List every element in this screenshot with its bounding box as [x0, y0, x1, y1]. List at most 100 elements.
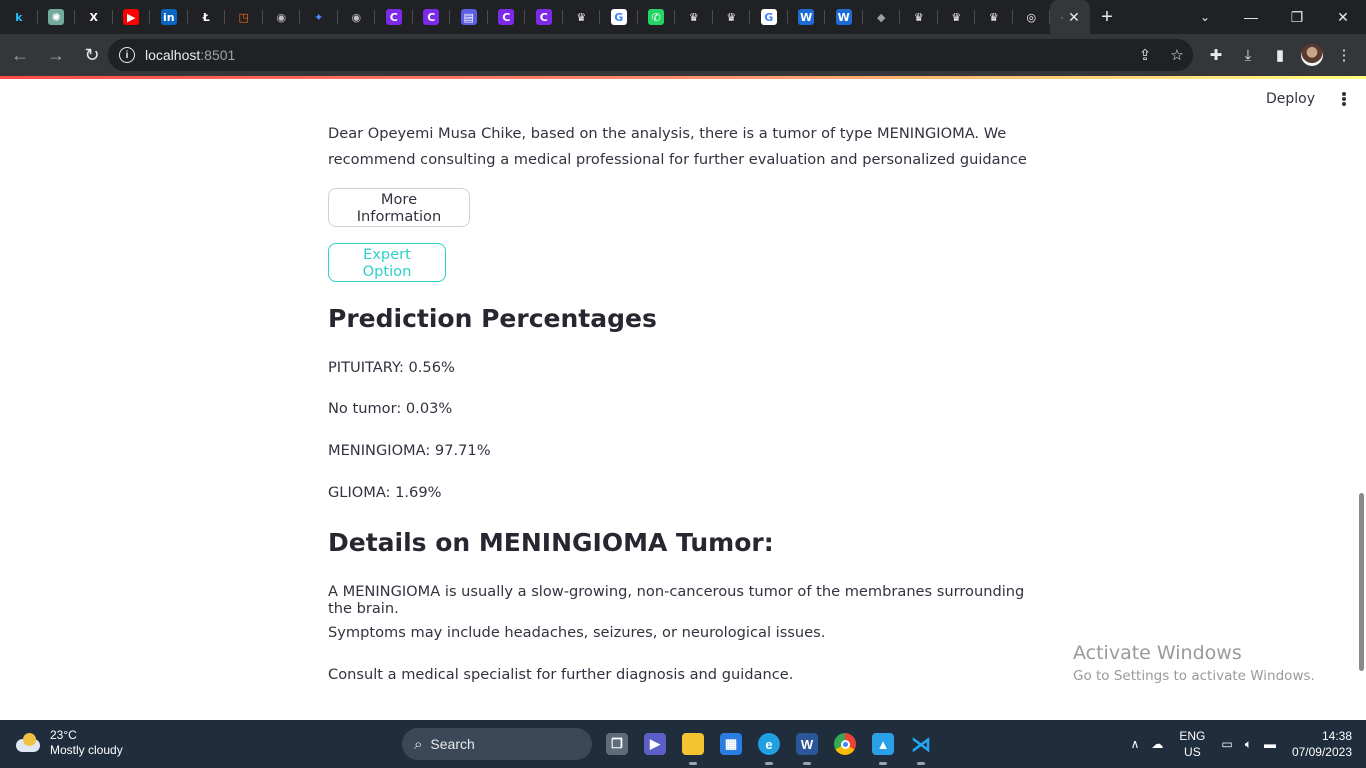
- url-text[interactable]: localhost:8501: [145, 47, 235, 63]
- browser-toolbar: ← → ↻ i localhost:8501 ⇪ ☆ ✚ ⤓ ▮ ⋮: [0, 34, 1366, 76]
- search-icon: ⌕: [414, 735, 423, 753]
- start-button[interactable]: [358, 726, 396, 762]
- browser-tab[interactable]: ♛: [900, 0, 938, 34]
- chrome-menu-icon[interactable]: ⋮: [1328, 39, 1360, 71]
- windows-taskbar: 23°C Mostly cloudy ⌕ Search ❐ ▶ ▦ e W ▲ …: [0, 720, 1366, 768]
- deploy-button[interactable]: Deploy: [1266, 91, 1315, 107]
- back-icon[interactable]: ←: [4, 39, 36, 71]
- app-window-icon: ▤: [460, 9, 477, 25]
- browser-tab[interactable]: G: [600, 0, 638, 34]
- browser-tab[interactable]: ◎: [1013, 0, 1051, 34]
- browser-tab[interactable]: C: [375, 0, 413, 34]
- kaggle-icon: k: [15, 10, 23, 24]
- more-information-button[interactable]: More Information: [328, 188, 470, 227]
- browser-tab[interactable]: ◉: [263, 0, 301, 34]
- profile-avatar[interactable]: [1296, 39, 1328, 71]
- watermark-subtitle: Go to Settings to activate Windows.: [1073, 668, 1315, 684]
- google-icon: G: [610, 9, 627, 25]
- details-advice: Consult a medical specialist for further…: [328, 666, 794, 683]
- webflow-icon: W: [798, 9, 815, 25]
- crown-icon: ♛: [951, 10, 962, 24]
- browser-tab[interactable]: W: [788, 0, 826, 34]
- browser-tab[interactable]: G: [750, 0, 788, 34]
- browser-tab[interactable]: k: [0, 0, 38, 34]
- clock[interactable]: 14:38 07/09/2023: [1282, 728, 1366, 760]
- weather-widget[interactable]: 23°C Mostly cloudy: [14, 728, 123, 758]
- browser-tab[interactable]: ◉: [338, 0, 376, 34]
- avatar: [1301, 44, 1323, 66]
- word-icon[interactable]: W: [788, 726, 826, 765]
- system-tray: ∧ ☁ ENG US ▭ 🔈︎ ▬ 14:38 07/09/2023: [1125, 720, 1366, 768]
- page-scrollbar[interactable]: [1359, 493, 1364, 671]
- google-icon: G: [760, 9, 777, 25]
- tab-search-icon[interactable]: ⌄: [1192, 0, 1218, 34]
- browser-tab[interactable]: ◆: [863, 0, 901, 34]
- network-icon[interactable]: ▭: [1215, 737, 1238, 751]
- globe-icon: ◉: [276, 10, 287, 24]
- browser-tab[interactable]: C: [413, 0, 451, 34]
- share-icon[interactable]: ⇪: [1129, 46, 1161, 64]
- prediction-glioma: GLIOMA: 1.69%: [328, 484, 442, 501]
- close-tab-icon[interactable]: ✕: [1068, 9, 1080, 26]
- chrome-icon: ◎: [1026, 10, 1037, 24]
- bookmark-star-icon[interactable]: ☆: [1161, 46, 1193, 64]
- minimize-icon[interactable]: —: [1228, 0, 1274, 34]
- microsoft-store-icon[interactable]: ▦: [712, 726, 750, 762]
- windows-logo-icon: [366, 733, 388, 755]
- battery-icon[interactable]: ▬: [1258, 737, 1282, 751]
- browser-tab[interactable]: Ł: [188, 0, 226, 34]
- weather-temperature: 23°C: [50, 728, 77, 742]
- restore-icon[interactable]: ❐: [1274, 0, 1320, 34]
- browser-tab[interactable]: C: [525, 0, 563, 34]
- browser-tab[interactable]: ◳: [225, 0, 263, 34]
- browser-tab[interactable]: ♛: [563, 0, 601, 34]
- browser-tab[interactable]: in: [150, 0, 188, 34]
- browser-tab[interactable]: ♛: [938, 0, 976, 34]
- linkedin-icon: in: [160, 9, 177, 25]
- new-tab-button[interactable]: +: [1090, 0, 1124, 34]
- vscode-glyph: ⋊: [911, 733, 931, 756]
- file-explorer-icon[interactable]: [674, 726, 712, 765]
- task-view-icon[interactable]: ❐: [598, 726, 636, 762]
- expert-option-button[interactable]: Expert Option: [328, 243, 446, 282]
- browser-tab[interactable]: ✺: [38, 0, 76, 34]
- download-icon[interactable]: ⤓: [1232, 39, 1264, 71]
- onedrive-icon[interactable]: ☁: [1145, 737, 1169, 751]
- browser-tab[interactable]: X: [75, 0, 113, 34]
- url-host: localhost: [145, 47, 201, 63]
- photos-icon[interactable]: ▲: [864, 726, 902, 765]
- canva-icon: C: [498, 9, 515, 25]
- reload-icon[interactable]: ↻: [76, 39, 108, 71]
- browser-tab[interactable]: ♛: [713, 0, 751, 34]
- browser-tab[interactable]: ▶: [113, 0, 151, 34]
- browser-tab[interactable]: ♛: [675, 0, 713, 34]
- language-indicator[interactable]: ENG US: [1169, 728, 1215, 760]
- browser-tab[interactable]: ✦: [300, 0, 338, 34]
- browser-tab[interactable]: ▤: [450, 0, 488, 34]
- tab-active[interactable]: · ✕: [1050, 0, 1090, 34]
- browser-tab[interactable]: W: [825, 0, 863, 34]
- taskbar-search[interactable]: ⌕ Search: [402, 728, 592, 760]
- side-panel-icon[interactable]: ▮: [1264, 39, 1296, 71]
- address-bar[interactable]: i localhost:8501 ⇪ ☆: [108, 39, 1193, 71]
- edge-icon[interactable]: e: [750, 726, 788, 765]
- vscode-icon[interactable]: ⋊: [902, 726, 940, 765]
- x-icon: X: [89, 10, 98, 24]
- forward-icon[interactable]: →: [40, 39, 72, 71]
- browser-tab[interactable]: ♛: [975, 0, 1013, 34]
- webflow-icon: W: [835, 9, 852, 25]
- main-menu-icon[interactable]: [1336, 90, 1352, 108]
- extensions-icon[interactable]: ✚: [1200, 39, 1232, 71]
- browser-tab[interactable]: C: [488, 0, 526, 34]
- close-window-icon[interactable]: ✕: [1320, 0, 1366, 34]
- crown-icon: ♛: [726, 10, 737, 24]
- teams-chat-icon[interactable]: ▶: [636, 726, 674, 762]
- crown-icon: ♛: [688, 10, 699, 24]
- site-info-icon[interactable]: i: [119, 47, 135, 63]
- canva-icon: C: [535, 9, 552, 25]
- browser-tab[interactable]: ✆: [638, 0, 676, 34]
- task-view-glyph: ❐: [606, 733, 628, 755]
- show-hidden-icons-icon[interactable]: ∧: [1125, 737, 1146, 751]
- volume-icon[interactable]: 🔈︎: [1239, 737, 1258, 752]
- chrome-taskbar-icon[interactable]: [826, 726, 864, 762]
